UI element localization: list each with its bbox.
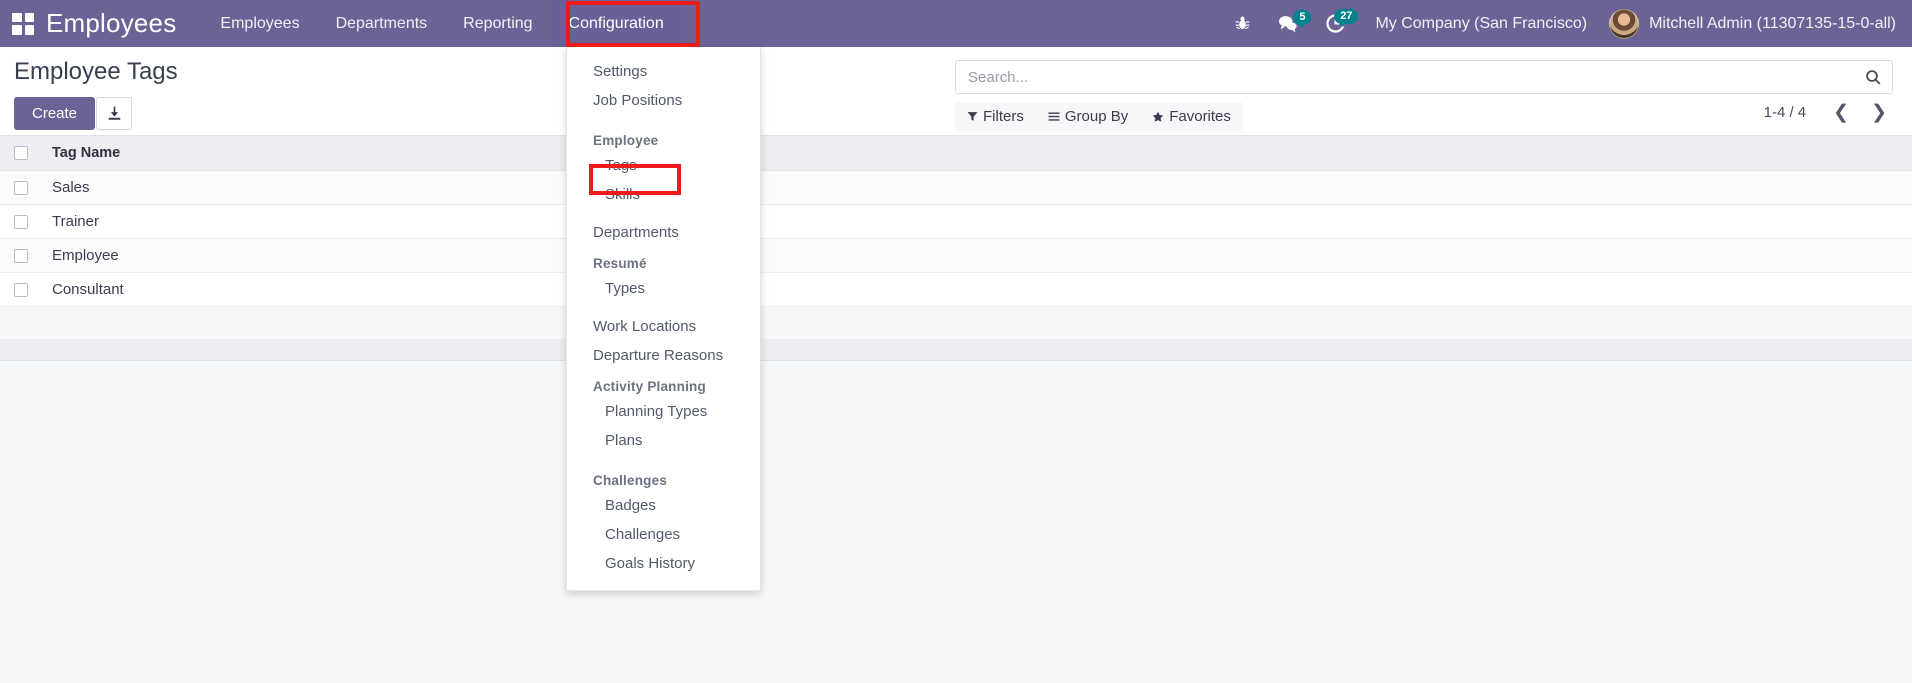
- select-all-checkbox[interactable]: [14, 146, 28, 161]
- table-header-row: Tag Name: [0, 135, 1912, 171]
- cell-tag-name: Trainer: [42, 204, 1912, 239]
- row-checkbox[interactable]: [14, 215, 28, 230]
- dropdown-item-departure-reasons[interactable]: Departure Reasons: [567, 341, 760, 370]
- column-header-tag-name: Tag Name: [42, 135, 1912, 171]
- table-row[interactable]: Sales: [0, 170, 1912, 205]
- search-icon[interactable]: [1865, 69, 1882, 86]
- cell-tag-name: Consultant: [42, 272, 1912, 307]
- nav-menu-reporting[interactable]: Reporting: [445, 0, 550, 47]
- create-button[interactable]: Create: [14, 97, 96, 130]
- activities-clock-icon[interactable]: 27: [1312, 9, 1359, 34]
- group-by-label: Group By: [1064, 108, 1129, 125]
- nav-menu-configuration[interactable]: Configuration: [550, 0, 682, 47]
- activities-count-badge: 27: [1334, 9, 1359, 28]
- dropdown-item-tags[interactable]: Tags: [567, 151, 760, 180]
- messages-icon[interactable]: 5: [1264, 10, 1312, 33]
- top-navbar: Employees Employees Departments Reportin…: [0, 0, 1912, 47]
- dropdown-item-settings[interactable]: Settings: [567, 57, 760, 86]
- cell-tag-name: Employee: [42, 238, 1912, 273]
- configuration-dropdown-menu: Settings Job Positions Employee Tags Skills D…: [566, 47, 761, 591]
- dropdown-item-goals-history[interactable]: Goals History: [567, 549, 760, 578]
- row-checkbox[interactable]: [14, 283, 28, 298]
- page-title: Employee Tags: [14, 58, 178, 85]
- row-checkbox[interactable]: [14, 181, 28, 196]
- dropdown-item-departments[interactable]: Departments: [567, 218, 760, 247]
- dropdown-item-job-positions[interactable]: Job Positions: [567, 86, 760, 115]
- row-select-cell: [0, 238, 42, 273]
- company-switcher[interactable]: My Company (San Francisco): [1359, 15, 1603, 33]
- tags-list-view: Tag Name Sales Trainer Employee Consulta…: [0, 135, 1912, 307]
- favorites-button[interactable]: Favorites: [1140, 102, 1243, 131]
- select-all-header: [0, 135, 42, 171]
- table-footer-strip: [0, 339, 1912, 361]
- dropdown-item-challenges[interactable]: Challenges: [567, 520, 760, 549]
- import-download-icon[interactable]: [96, 97, 132, 130]
- dropdown-section-challenges: Challenges: [593, 473, 668, 488]
- dropdown-separator: [567, 303, 760, 312]
- user-name-label: Mitchell Admin (11307135-15-0-all): [1649, 14, 1896, 32]
- dropdown-item-types[interactable]: Types: [567, 274, 760, 303]
- search-box[interactable]: [955, 60, 1893, 94]
- star-icon: [1152, 111, 1164, 122]
- app-brand-employees[interactable]: Employees: [46, 8, 176, 39]
- dropdown-section-activity-planning: Activity Planning: [593, 379, 706, 394]
- control-panel-buttons: Filters Group By Favorites: [955, 102, 1243, 131]
- dropdown-section-resumé: Resumé: [593, 256, 647, 271]
- dropdown-separator: [567, 455, 760, 464]
- chevron-left-icon[interactable]: ❮: [1824, 103, 1858, 122]
- dropdown-item-plans[interactable]: Plans: [567, 426, 760, 455]
- dropdown-item-planning-types[interactable]: Planning Types: [567, 397, 760, 426]
- control-panel: Employee Tags Create Filters Group By Fa…: [0, 47, 1912, 135]
- table-row[interactable]: Trainer: [0, 204, 1912, 239]
- dropdown-item-badges[interactable]: Badges: [567, 491, 760, 520]
- dropdown-section-employee: Employee: [593, 133, 659, 148]
- table-row[interactable]: Consultant: [0, 272, 1912, 307]
- group-by-icon: [1048, 112, 1060, 121]
- dropdown-item-work-locations[interactable]: Work Locations: [567, 312, 760, 341]
- pager: 1-4 / 4 ❮ ❯: [1764, 103, 1896, 122]
- filters-label: Filters: [983, 108, 1024, 125]
- table-row[interactable]: Employee: [0, 238, 1912, 273]
- pager-value: 1-4 / 4: [1763, 104, 1807, 121]
- nav-menu-departments[interactable]: Departments: [318, 0, 446, 47]
- systray: 5 27 My Company (San Francisco) Mitchell…: [1221, 0, 1912, 47]
- row-select-cell: [0, 272, 42, 307]
- row-checkbox[interactable]: [14, 249, 28, 264]
- group-by-button[interactable]: Group By: [1036, 102, 1140, 131]
- dropdown-separator: [567, 115, 760, 124]
- filter-icon: [967, 112, 978, 121]
- table-body: Sales Trainer Employee Consultant: [0, 170, 1912, 307]
- apps-grid-icon[interactable]: [12, 12, 34, 35]
- row-select-cell: [0, 170, 42, 205]
- chevron-right-icon[interactable]: ❯: [1862, 103, 1896, 122]
- messages-count-badge: 5: [1293, 10, 1312, 29]
- dropdown-item-skills[interactable]: Skills: [567, 180, 760, 209]
- search-input[interactable]: [966, 67, 1865, 87]
- favorites-label: Favorites: [1169, 108, 1231, 125]
- filters-button[interactable]: Filters: [955, 102, 1036, 131]
- bug-icon[interactable]: [1221, 15, 1264, 32]
- row-select-cell: [0, 204, 42, 239]
- avatar: [1609, 8, 1640, 39]
- page-background: [0, 361, 1912, 683]
- dropdown-separator: [567, 209, 760, 218]
- user-menu[interactable]: Mitchell Admin (11307135-15-0-all): [1603, 8, 1902, 39]
- nav-menu-employees[interactable]: Employees: [202, 0, 317, 47]
- tags-table: Tag Name Sales Trainer Employee Consulta…: [0, 135, 1912, 307]
- cell-tag-name: Sales: [42, 170, 1912, 205]
